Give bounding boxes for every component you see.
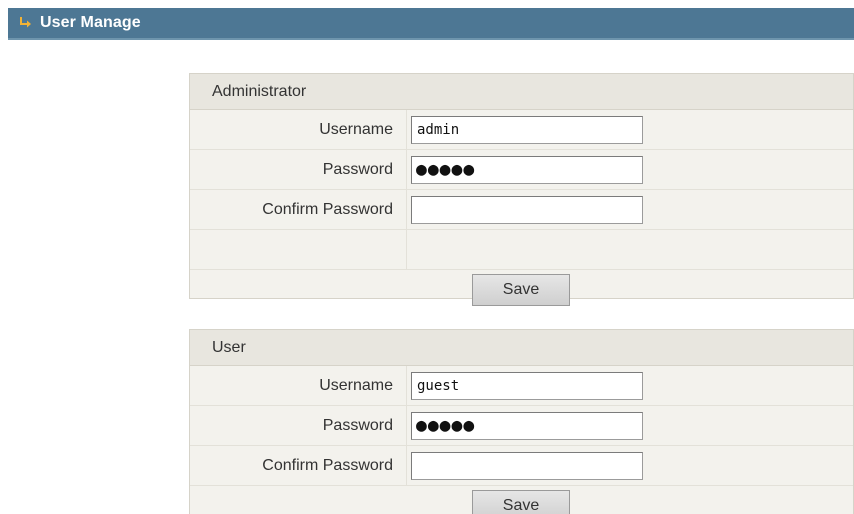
administrator-panel: Administrator Username Password Confirm … <box>189 73 854 306</box>
admin-username-label: Username <box>190 110 407 149</box>
user-username-label: Username <box>190 366 407 405</box>
user-confirm-password-input[interactable] <box>411 451 643 480</box>
user-confirm-password-label: Confirm Password <box>190 446 407 485</box>
admin-spacer-field <box>407 230 853 269</box>
admin-password-label: Password <box>190 150 407 189</box>
user-save-row: Save <box>190 486 853 514</box>
user-username-input[interactable] <box>411 371 643 400</box>
page-header: User Manage <box>8 8 854 40</box>
admin-password-input[interactable] <box>411 155 643 184</box>
admin-confirm-password-input[interactable] <box>411 195 643 224</box>
user-username-row: Username <box>190 366 853 406</box>
admin-username-row: Username <box>190 110 853 150</box>
user-username-field-cell <box>407 366 853 405</box>
arrow-right-icon <box>18 15 34 31</box>
admin-save-button[interactable]: Save <box>472 273 570 306</box>
user-manage-page: User Manage Administrator Username Passw… <box>0 0 854 514</box>
user-password-label: Password <box>190 406 407 445</box>
user-section-title: User <box>190 330 853 366</box>
admin-username-input[interactable] <box>411 115 643 144</box>
admin-confirm-password-label: Confirm Password <box>190 190 407 229</box>
user-confirm-password-field-cell <box>407 446 853 485</box>
admin-password-field-cell <box>407 150 853 189</box>
user-password-field-cell <box>407 406 853 445</box>
admin-spacer-label <box>190 230 407 269</box>
user-password-row: Password <box>190 406 853 446</box>
user-panel: User Username Password Confirm Password … <box>189 329 854 514</box>
admin-spacer-row <box>190 230 853 270</box>
admin-confirm-password-field-cell <box>407 190 853 229</box>
admin-confirm-password-row: Confirm Password <box>190 190 853 230</box>
user-password-input[interactable] <box>411 411 643 440</box>
user-confirm-password-row: Confirm Password <box>190 446 853 486</box>
page-title: User Manage <box>40 14 141 31</box>
user-save-button[interactable]: Save <box>472 489 570 514</box>
admin-password-row: Password <box>190 150 853 190</box>
administrator-section-title: Administrator <box>190 74 853 110</box>
admin-username-field-cell <box>407 110 853 149</box>
admin-save-row: Save <box>190 270 853 309</box>
